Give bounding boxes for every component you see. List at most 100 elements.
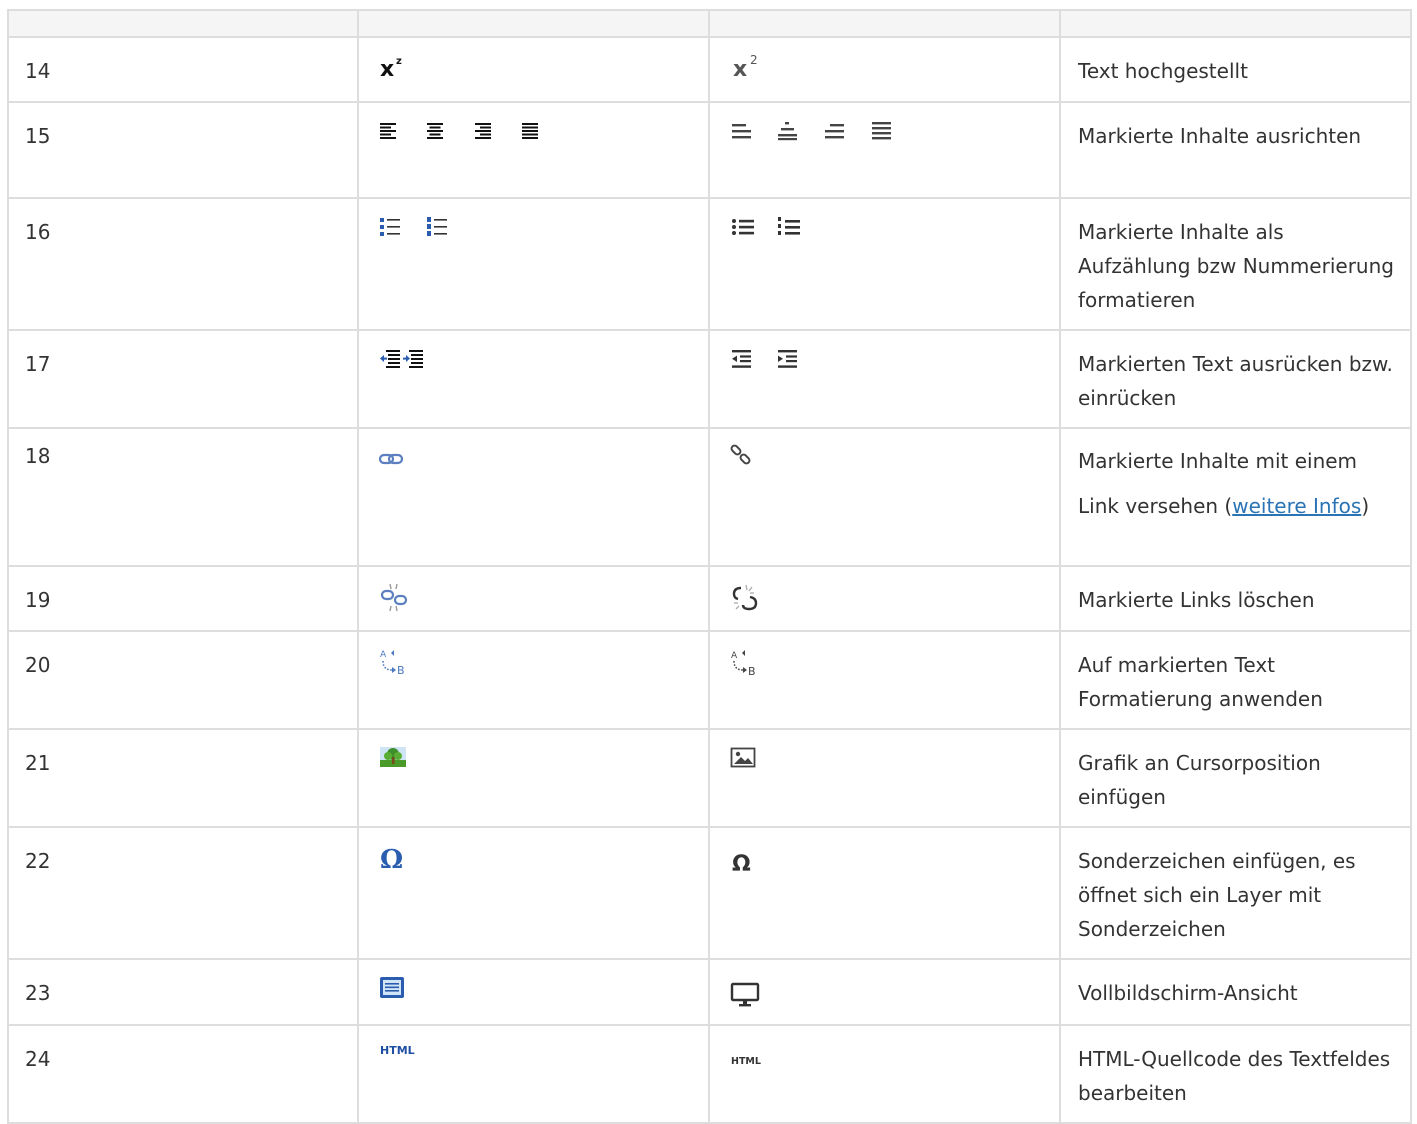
- row-number: 23: [7, 958, 359, 1026]
- description: Grafik an Cursorposition einfügen: [1059, 728, 1412, 828]
- toolbar-icons-table: 14 x z x 2 Text hochgestellt 15 Markiert…: [7, 9, 1412, 1124]
- header-cell: [708, 9, 1061, 38]
- monitor-icon: [730, 982, 760, 1007]
- omega-glyph: Ω: [732, 852, 751, 877]
- old-icon-cell: Ω: [357, 826, 710, 960]
- description-text: ): [1361, 494, 1370, 518]
- align-center-icon: [778, 122, 797, 141]
- indent-icon: [403, 350, 423, 368]
- indent-icons-new: [732, 350, 797, 368]
- old-icon-cell: [357, 565, 710, 632]
- old-icon-cell: x z: [357, 36, 710, 103]
- old-icon-cell: [357, 329, 710, 429]
- new-icon-cell: A B: [708, 630, 1061, 730]
- superscript-base: x: [733, 57, 747, 82]
- description: Markierten Text ausrücken bzw. einrücken: [1059, 329, 1412, 429]
- row-number: 22: [7, 826, 359, 960]
- omega-icon: Ω: [380, 845, 403, 875]
- html-label: HTML: [731, 1056, 761, 1067]
- description: Sonderzeichen einfügen, es öffnet sich e…: [1059, 826, 1412, 960]
- header-cell: [357, 9, 710, 38]
- align-center-icon: [427, 123, 443, 139]
- numbered-list-icon: [778, 217, 800, 235]
- new-icon-cell: [708, 329, 1061, 429]
- more-info-link[interactable]: weitere Infos: [1232, 494, 1361, 518]
- link-icon: [378, 453, 404, 465]
- row-number: 21: [7, 728, 359, 828]
- superscript-icon: x 2: [733, 53, 758, 82]
- row-number: 14: [7, 36, 359, 103]
- new-icon-cell: [708, 958, 1061, 1026]
- align-icons-new: [732, 122, 891, 141]
- style-letter-a: A: [731, 651, 738, 661]
- list-icons-old: [380, 217, 447, 236]
- table-row: 22 Ω Ω Sonderzeichen einfügen, es öffnet…: [7, 826, 1412, 960]
- table-row: 19 Markierte Links löschen: [7, 565, 1412, 632]
- old-icon-cell: [357, 728, 710, 828]
- html-source-icon: HTML: [731, 1056, 761, 1067]
- apply-style-icon: A B: [731, 650, 756, 678]
- superscript-exponent: 2: [750, 53, 758, 67]
- new-icon-cell: x 2: [708, 36, 1061, 103]
- superscript-base: x: [380, 57, 394, 82]
- old-icon-cell: [357, 958, 710, 1026]
- table-row: 15 Markierte Inhalte ausrichten: [7, 101, 1412, 199]
- align-left-icon: [732, 124, 751, 139]
- old-icon-cell: [357, 197, 710, 331]
- html-source-icon: HTML: [380, 1044, 415, 1057]
- style-letter-b: B: [748, 665, 756, 678]
- table-row: 17 Markierten Text ausrücken bzw. einrüc…: [7, 329, 1412, 429]
- image-icon: [380, 747, 406, 767]
- align-justify-icon: [522, 123, 538, 139]
- table-row: 23 Vollbildschirm-Ansicht: [7, 958, 1412, 1026]
- fullscreen-icon: [380, 977, 404, 998]
- style-letter-a: A: [380, 650, 387, 660]
- image-icon: [730, 747, 756, 768]
- list-icons-new: [732, 217, 800, 235]
- new-icon-cell: [708, 565, 1061, 632]
- header-cell: [1059, 9, 1412, 38]
- row-number: 20: [7, 630, 359, 730]
- bulleted-list-icon: [732, 219, 754, 235]
- new-icon-cell: [708, 101, 1061, 199]
- new-icon-cell: [708, 728, 1061, 828]
- align-right-icon: [825, 124, 844, 139]
- new-icon-cell: [708, 197, 1061, 331]
- row-number: 18: [7, 427, 359, 567]
- apply-style-icon: A B: [380, 650, 405, 677]
- table-row: 20 A B A B Auf markierten Text Formatier…: [7, 630, 1412, 730]
- numbered-list-icon: [427, 217, 447, 236]
- indent-icons-old: [380, 350, 423, 368]
- outdent-icon: [732, 350, 751, 368]
- superscript-exponent: z: [396, 56, 402, 67]
- align-justify-icon: [872, 122, 891, 140]
- description: Markierte Links löschen: [1059, 565, 1412, 632]
- table-row: 14 x z x 2 Text hochgestellt: [7, 36, 1412, 103]
- style-letter-b: B: [397, 664, 405, 677]
- unlink-icon: [380, 583, 408, 612]
- description: Markierte Inhalte ausrichten: [1059, 101, 1412, 199]
- omega-glyph: Ω: [380, 845, 403, 875]
- new-icon-cell: Ω: [708, 826, 1061, 960]
- table-row: 24 HTML HTML HTML-Quellcode des Textfeld…: [7, 1024, 1412, 1124]
- align-left-icon: [380, 123, 396, 139]
- outdent-icon: [380, 350, 400, 368]
- indent-icon: [778, 350, 797, 368]
- description: Text hochgestellt: [1059, 36, 1412, 103]
- superscript-icon: x z: [380, 56, 402, 82]
- new-icon-cell: [708, 427, 1061, 567]
- row-number: 16: [7, 197, 359, 331]
- description: Vollbildschirm-Ansicht: [1059, 958, 1412, 1026]
- row-number: 15: [7, 101, 359, 199]
- table-row: 21 Grafik an Cursorposition einfügen: [7, 728, 1412, 828]
- row-number: 24: [7, 1024, 359, 1124]
- table-row: 18 Markierte Inhalte mit einem Link vers…: [7, 427, 1412, 567]
- row-number: 17: [7, 329, 359, 429]
- align-right-icon: [475, 123, 491, 139]
- html-label: HTML: [380, 1044, 415, 1057]
- old-icon-cell: A B: [357, 630, 710, 730]
- description: Auf markierten Text Formatierung anwende…: [1059, 630, 1412, 730]
- description: Markierte Inhalte als Aufzählung bzw Num…: [1059, 197, 1412, 331]
- bulleted-list-icon: [380, 218, 400, 236]
- table-row: 16 Markierte Inhalte als Aufzählung bzw …: [7, 197, 1412, 331]
